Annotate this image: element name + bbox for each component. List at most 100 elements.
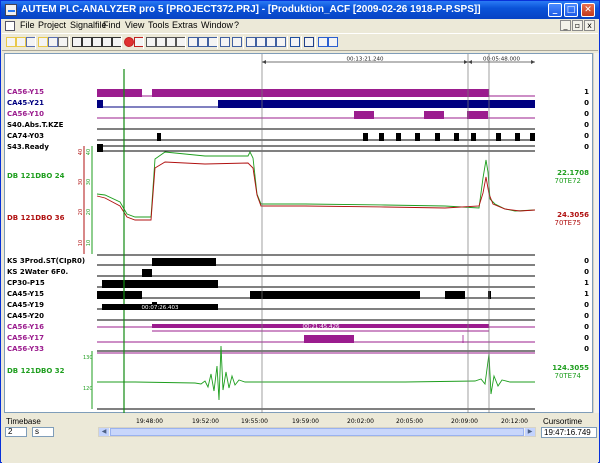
scroll-right-icon[interactable]: ▶ <box>525 428 535 436</box>
minimize-button[interactable]: _ <box>548 3 562 17</box>
signal-label[interactable]: CA45-Y19 <box>7 301 44 309</box>
signal-label[interactable]: CA74-Y03 <box>7 132 44 140</box>
analog-value: 124.3055 <box>552 364 589 372</box>
signal-high-segment <box>97 89 142 97</box>
menu-tools[interactable]: Tools <box>148 20 169 30</box>
menu-project[interactable]: Project <box>38 20 66 30</box>
clock-icon[interactable] <box>276 37 286 47</box>
search-next-icon[interactable] <box>198 37 208 47</box>
signal-high-segment <box>354 111 374 119</box>
search-prev-icon[interactable] <box>188 37 198 47</box>
axis-tick-label: 30 <box>86 178 93 186</box>
toolbar-separator <box>217 36 218 49</box>
timebase-unit-select[interactable]: s <box>32 427 54 437</box>
menu-help[interactable]: ? <box>234 20 239 30</box>
time-tick-label: 19:52:00 <box>192 418 219 425</box>
open-icon[interactable] <box>16 37 26 47</box>
signal-high-segment <box>152 89 489 97</box>
scroll-left-icon[interactable]: ◀ <box>99 428 109 436</box>
zoom-box-icon[interactable] <box>92 37 102 47</box>
mdi-controls: _ ▫ x <box>559 20 595 31</box>
zoom-icon[interactable] <box>82 37 92 47</box>
signal-label[interactable]: S40.Abs.T.KZE <box>7 121 63 129</box>
signal-high-segment <box>424 111 444 119</box>
document-icon[interactable] <box>5 21 15 31</box>
analog-signal-label[interactable]: DB 121DBO 32 <box>7 367 64 375</box>
signal-label[interactable]: CA56-Y15 <box>7 88 44 96</box>
signal-label[interactable]: CA45-Y21 <box>7 99 44 107</box>
timebase-value-input[interactable]: 2 <box>5 427 27 437</box>
help-icon[interactable] <box>318 37 328 47</box>
mdi-close-button[interactable]: x <box>584 20 595 31</box>
signal-label[interactable]: CA45-Y20 <box>7 312 44 320</box>
signal-label[interactable]: CA56-Y10 <box>7 110 44 118</box>
menu-extras[interactable]: Extras <box>172 20 198 30</box>
goto-next-icon[interactable] <box>166 37 176 47</box>
properties-icon[interactable] <box>266 37 276 47</box>
signal-label[interactable]: S43.Ready <box>7 143 49 151</box>
cursortime-field[interactable]: 19:47:16.749 <box>541 427 597 438</box>
signal-high-segment <box>102 280 218 288</box>
signal-label[interactable]: CP30-P15 <box>7 279 45 287</box>
print-icon[interactable] <box>58 37 68 47</box>
axis-tick-label: 20 <box>78 208 85 216</box>
signal-value: 0 <box>584 110 589 118</box>
timebase-label: Timebase <box>6 417 41 426</box>
save-as-icon[interactable] <box>48 37 58 47</box>
app-icon[interactable] <box>5 4 17 16</box>
signal-value: 0 <box>584 143 589 151</box>
signal-value: 0 <box>584 312 589 320</box>
analog-value: 22.1708 <box>557 169 589 177</box>
menu-window[interactable]: Window <box>201 20 233 30</box>
panel-icon[interactable] <box>304 37 314 47</box>
signal-label[interactable]: CA56-Y16 <box>7 323 44 331</box>
maximize-button[interactable]: □ <box>564 3 578 17</box>
signal-value: 1 <box>584 290 589 298</box>
signal-label[interactable]: KS 3Prod.ST(CIpR0) <box>7 257 85 265</box>
menu-find[interactable]: Find <box>103 20 121 30</box>
menu-signalfile[interactable]: Signalfile <box>70 20 107 30</box>
time-tick-label: 20:12:00 <box>501 418 528 425</box>
scroll-thumb[interactable] <box>110 428 524 436</box>
menu-bar: File Project Signalfile Find View Tools … <box>2 19 598 33</box>
toolbar <box>2 33 598 51</box>
signal-value: 0 <box>584 301 589 309</box>
mdi-minimize-button[interactable]: _ <box>560 20 571 31</box>
record-icon[interactable] <box>124 37 134 47</box>
title-bar[interactable]: AUTEM PLC-ANALYZER pro 5 [PROJECT372.PRJ… <box>1 1 599 19</box>
menu-view[interactable]: View <box>125 20 144 30</box>
grid-icon[interactable] <box>256 37 266 47</box>
goto-prev-icon[interactable] <box>156 37 166 47</box>
signal-high-segment <box>142 269 152 277</box>
signal-label[interactable]: KS 2Water 6F0. <box>7 268 68 276</box>
measurement-top-text: 00:13:21.240 <box>347 57 384 63</box>
table-icon[interactable] <box>246 37 256 47</box>
vertical-scrollbar[interactable] <box>593 53 599 413</box>
chart-icon[interactable] <box>290 37 300 47</box>
signal-plot-area[interactable]: 00:13:21.240 00:05:48.000 00:07:26.403 00:2… <box>4 53 594 422</box>
signal-high-segment <box>530 133 535 141</box>
open-folder-icon[interactable] <box>38 37 48 47</box>
signal-label[interactable]: CA56-Y33 <box>7 345 44 353</box>
close-button[interactable]: ✕ <box>581 3 595 17</box>
goto-start-icon[interactable] <box>146 37 156 47</box>
analog-signal-label[interactable]: DB 121DBO 36 <box>7 214 64 222</box>
zoom-fit-icon[interactable] <box>102 37 112 47</box>
about-icon[interactable] <box>328 37 338 47</box>
signal-label[interactable]: CA56-Y17 <box>7 334 44 342</box>
new-icon[interactable] <box>6 37 16 47</box>
application-window: AUTEM PLC-ANALYZER pro 5 [PROJECT372.PRJ… <box>0 0 600 463</box>
analog-value: 24.3056 <box>557 211 589 219</box>
signal-high-segment <box>363 133 368 141</box>
signal-label[interactable]: CA45-Y15 <box>7 290 44 298</box>
fit-height-icon[interactable] <box>220 37 230 47</box>
signal-chart[interactable]: 00:13:21.240 00:05:48.000 00:07:26.403 00:2… <box>5 54 594 414</box>
time-scrollbar[interactable]: ◀ ▶ <box>98 427 536 437</box>
cursor-icon[interactable] <box>72 37 82 47</box>
analog-signal-label[interactable]: DB 121DBO 24 <box>7 172 64 180</box>
axis-tick-label: 40 <box>78 148 85 156</box>
mdi-restore-button[interactable]: ▫ <box>572 20 583 31</box>
mark-icon[interactable] <box>232 37 242 47</box>
signal-value: 0 <box>584 345 589 353</box>
menu-file[interactable]: File <box>20 20 35 30</box>
